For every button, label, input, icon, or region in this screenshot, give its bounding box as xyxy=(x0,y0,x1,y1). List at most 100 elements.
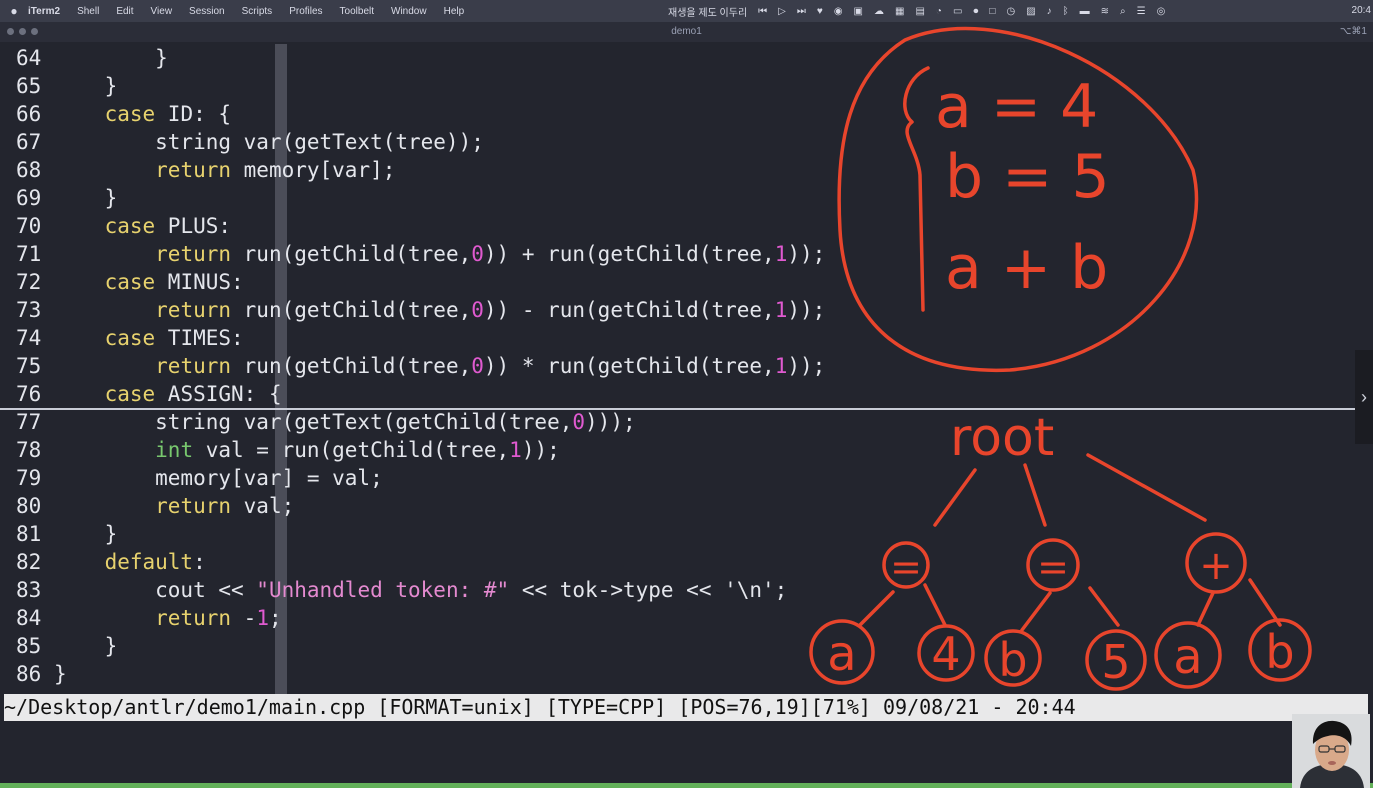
menu-item-window[interactable]: Window xyxy=(391,6,427,17)
line-code[interactable]: int val = run(getChild(tree,1)); xyxy=(54,436,560,464)
line-number: 69 xyxy=(16,186,42,210)
token-kw: return xyxy=(155,298,232,322)
control-center-icon[interactable]: ☰ xyxy=(1137,6,1146,17)
token-kw: return xyxy=(155,242,232,266)
menu-item-app[interactable]: iTerm2 xyxy=(28,6,60,17)
heart-icon[interactable]: ♥ xyxy=(817,6,823,17)
skip-icon[interactable]: ⏭ xyxy=(797,6,806,17)
vim-editor[interactable]: 64 } 65 } 66 case ID: {67 string var(getTe… xyxy=(0,44,1373,694)
line-code[interactable]: return run(getChild(tree,0)) + run(getCh… xyxy=(54,240,825,268)
menu-item-profiles[interactable]: Profiles xyxy=(289,6,322,17)
token-kw: return xyxy=(155,606,232,630)
window-title-bar[interactable]: demo1 ⌥⌘1 xyxy=(0,22,1373,42)
token-num: 0 xyxy=(471,242,484,266)
token-ty: int xyxy=(155,438,194,462)
menu-item-toolbelt[interactable]: Toolbelt xyxy=(340,6,374,17)
token-text: run(getChild(tree, xyxy=(231,242,472,266)
line-code[interactable]: cout << "Unhandled token: #" << tok->typ… xyxy=(54,576,787,604)
line-code[interactable]: } xyxy=(54,72,118,100)
token-text: } xyxy=(54,634,118,658)
app-status-icon[interactable]: ◉ xyxy=(834,6,843,17)
line-code[interactable]: } xyxy=(54,520,118,548)
token-text: } xyxy=(54,522,118,546)
line-code[interactable]: return -1; xyxy=(54,604,282,632)
token-text: )) + run(getChild(tree, xyxy=(483,242,775,266)
token-text: ASSIGN: { xyxy=(155,382,282,406)
line-code[interactable]: memory[var] = val; xyxy=(54,464,383,492)
token-num: 0 xyxy=(471,298,484,322)
image-icon[interactable]: ▨ xyxy=(1026,6,1035,17)
terminal-empty-area[interactable] xyxy=(0,721,1373,783)
window-shortcut: ⌥⌘1 xyxy=(1339,26,1367,37)
cloud-icon[interactable]: ☁ xyxy=(874,6,884,17)
wifi-icon[interactable]: ≋ xyxy=(1101,6,1109,17)
window-icon[interactable]: □ xyxy=(989,6,995,17)
line-code[interactable]: case ID: { xyxy=(54,100,231,128)
token-text: val = run(getChild(tree, xyxy=(193,438,510,462)
menu-item-session[interactable]: Session xyxy=(189,6,225,17)
side-panel-toggle[interactable]: › xyxy=(1355,350,1373,444)
rewind-icon[interactable]: ⏮ xyxy=(758,6,767,17)
token-text: ; xyxy=(268,606,282,630)
search-icon[interactable]: ⌕ xyxy=(1120,6,1126,17)
menu-item-view[interactable]: View xyxy=(151,6,173,17)
volume-icon[interactable]: ♪ xyxy=(1047,6,1052,17)
line-number: 73 xyxy=(16,298,42,322)
timer-icon[interactable]: ◷ xyxy=(1006,6,1015,17)
token-text: )) - run(getChild(tree, xyxy=(483,298,775,322)
recording-status-text[interactable]: 재생을 제도 이두리 xyxy=(668,4,747,19)
line-code[interactable]: case ASSIGN: { xyxy=(54,380,282,408)
battery-icon[interactable]: ▬ xyxy=(1080,6,1090,17)
menubar-clock[interactable]: 20:4 xyxy=(1352,5,1371,16)
line-code[interactable]: return run(getChild(tree,0)) - run(getCh… xyxy=(54,296,825,324)
line-code[interactable]: string var(getText(getChild(tree,0))); xyxy=(54,408,635,436)
line-code[interactable]: } xyxy=(54,184,118,212)
line-code[interactable]: default: xyxy=(54,548,206,576)
line-code[interactable]: string var(getText(tree)); xyxy=(54,128,484,156)
line-number: 66 xyxy=(16,102,42,126)
token-kw: case xyxy=(104,382,156,406)
archive-icon[interactable]: ▤ xyxy=(915,6,924,17)
line-code[interactable]: } xyxy=(54,660,67,688)
token-str: "Unhandled token: #" xyxy=(256,578,510,602)
display-icon[interactable]: ▭ xyxy=(953,6,962,17)
apple-icon[interactable]: ● xyxy=(0,4,28,18)
grid-icon[interactable]: ▦ xyxy=(895,6,904,17)
menu-item-edit[interactable]: Edit xyxy=(116,6,133,17)
line-code[interactable]: } xyxy=(54,632,118,660)
line-code[interactable]: } xyxy=(54,44,168,72)
token-text: - xyxy=(231,606,257,630)
token-text: } xyxy=(54,46,168,70)
token-text: } xyxy=(54,74,118,98)
menu-item-scripts[interactable]: Scripts xyxy=(242,6,273,17)
menu-item-help[interactable]: Help xyxy=(444,6,465,17)
menu-item-shell[interactable]: Shell xyxy=(77,6,99,17)
line-code[interactable]: return memory[var]; xyxy=(54,156,395,184)
line-code[interactable]: case MINUS: xyxy=(54,268,244,296)
bluetooth-icon[interactable]: ᛒ xyxy=(1063,6,1069,17)
gauge-icon[interactable]: ◔ xyxy=(936,6,942,17)
screen-icon[interactable]: ▣ xyxy=(854,6,863,17)
siri-icon[interactable]: ◎ xyxy=(1157,6,1166,17)
line-code[interactable]: case TIMES: xyxy=(54,324,244,352)
line-number: 85 xyxy=(16,634,42,658)
token-kw: case xyxy=(104,214,156,238)
record-icon[interactable]: ⏺ xyxy=(973,6,978,17)
line-code[interactable]: return val; xyxy=(54,492,294,520)
token-text: } xyxy=(54,186,118,210)
line-number: 70 xyxy=(16,214,42,238)
play-icon[interactable]: ▷ xyxy=(778,6,786,17)
line-code[interactable]: case PLUS: xyxy=(54,212,231,240)
line-code[interactable]: return run(getChild(tree,0)) * run(getCh… xyxy=(54,352,825,380)
line-number: 75 xyxy=(16,354,42,378)
token-kw: case xyxy=(104,326,156,350)
token-kw: default xyxy=(104,550,194,574)
